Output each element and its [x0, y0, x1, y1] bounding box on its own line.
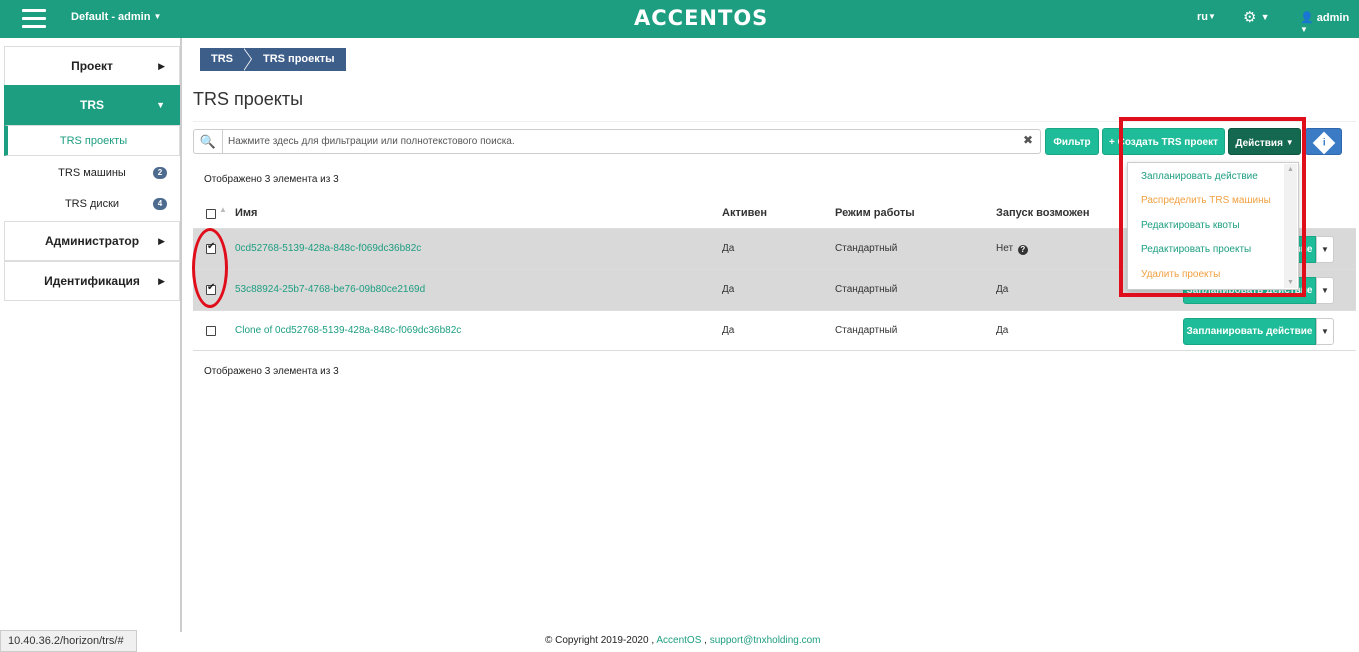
chevron-down-icon: ▼	[1300, 25, 1308, 34]
chevron-right-icon: ▶	[158, 276, 165, 286]
column-header-mode[interactable]: Режим работы	[835, 207, 915, 219]
brand-link[interactable]: AccentOS	[656, 635, 701, 646]
count-badge: 4	[153, 198, 167, 210]
chevron-right-icon: ▶	[158, 61, 165, 71]
user-label: admin	[1316, 12, 1350, 24]
row-mode: Стандартный	[835, 284, 898, 295]
annotation-highlight-box	[1119, 117, 1306, 297]
sidebar-item-label: Проект	[71, 59, 113, 73]
language-label: ru	[1197, 11, 1208, 23]
row-name-link[interactable]: 0cd52768-5139-428a-848c-f069dc36b82c	[235, 229, 421, 269]
project-label: Default - admin	[71, 11, 151, 23]
sidebar-item-label: TRS проекты	[59, 135, 128, 147]
chevron-down-icon: ▼	[1321, 245, 1329, 254]
sidebar-item-project[interactable]: Проект ▶	[4, 46, 180, 86]
breadcrumb-separator	[243, 48, 252, 71]
annotation-highlight-ellipse	[192, 228, 228, 308]
row-mode: Стандартный	[835, 325, 898, 336]
chevron-down-icon: ▼	[1208, 12, 1216, 21]
row-active: Да	[722, 284, 735, 295]
browser-status-bar: 10.40.36.2/horizon/trs/#	[0, 630, 137, 652]
row-checkbox[interactable]	[206, 326, 216, 336]
sidebar-item-trs-machines[interactable]: TRS машины 2	[4, 158, 180, 189]
sidebar-item-label: TRS машины	[58, 167, 126, 179]
sidebar: Проект ▶ TRS ▼ TRS проекты TRS машины 2 TRS…	[0, 38, 182, 632]
search-input[interactable]	[228, 133, 1008, 150]
filter-button[interactable]: Фильтр	[1045, 128, 1099, 155]
chevron-down-icon: ▼	[153, 12, 162, 21]
row-action-dropdown[interactable]: ▼	[1316, 277, 1334, 304]
top-navbar: Default - admin ▼ ACCENTOS ru▼ ⚙ ▼ 👤 adm…	[0, 0, 1359, 38]
chevron-down-icon: ▼	[1321, 327, 1329, 336]
search-icon: 🔍	[194, 130, 223, 153]
menu-icon[interactable]	[22, 9, 46, 29]
breadcrumb-trs-projects[interactable]: TRS проекты	[252, 48, 346, 71]
item-count-bottom: Отображено 3 элемента из 3	[204, 366, 339, 377]
breadcrumb: TRS TRS проекты	[200, 48, 346, 71]
row-launch: Да	[996, 284, 1009, 295]
row-launch-value: Нет	[996, 243, 1014, 254]
sidebar-item-label: TRS диски	[64, 198, 120, 210]
row-mode: Стандартный	[835, 243, 898, 254]
row-launch: Нет ?	[996, 229, 1028, 269]
plus-icon: +	[1108, 137, 1115, 148]
language-selector[interactable]: ru▼	[1197, 11, 1216, 23]
chevron-down-icon: ▼	[1260, 12, 1270, 22]
page-title: TRS проекты	[193, 89, 304, 109]
sidebar-item-admin[interactable]: Администратор ▶	[4, 221, 180, 261]
settings-menu[interactable]: ⚙ ▼	[1243, 8, 1270, 26]
chevron-down-icon: ▼	[156, 100, 165, 110]
sidebar-item-label: TRS	[80, 98, 104, 112]
column-header-launch[interactable]: Запуск возможен	[996, 207, 1090, 219]
question-icon[interactable]: ?	[1017, 245, 1028, 255]
logo: ACCENTOS	[634, 6, 769, 30]
schedule-action-button[interactable]: Запланировать действие	[1183, 318, 1316, 345]
sidebar-item-label: Идентификация	[44, 274, 140, 288]
row-action-dropdown[interactable]: ▼	[1316, 318, 1334, 345]
close-icon[interactable]: ✖	[1023, 133, 1033, 147]
column-header-active[interactable]: Активен	[722, 207, 767, 219]
gear-icon: ⚙	[1243, 9, 1257, 26]
copyright-text: © Copyright 2019-2020 ,	[545, 635, 655, 646]
table-row[interactable]: Clone of 0cd52768-5139-428a-848c-f069dc3…	[193, 310, 1356, 351]
info-icon: i	[1312, 131, 1335, 155]
sidebar-item-label: Администратор	[44, 234, 140, 248]
sidebar-item-trs[interactable]: TRS ▼	[4, 85, 180, 125]
project-selector[interactable]: Default - admin ▼	[71, 11, 161, 23]
support-email-link[interactable]: support@tnxholding.com	[710, 635, 821, 646]
row-action-dropdown[interactable]: ▼	[1316, 236, 1334, 263]
sidebar-item-trs-projects[interactable]: TRS проекты	[4, 125, 180, 156]
item-count: Отображено 3 элемента из 3	[204, 174, 339, 185]
sidebar-item-identity[interactable]: Идентификация ▶	[4, 261, 180, 301]
row-name-link[interactable]: 53c88924-25b7-4768-be76-09b80ce2169d	[235, 270, 425, 310]
sort-icon[interactable]: ▲	[219, 205, 227, 214]
row-launch: Да	[996, 325, 1009, 336]
select-all-checkbox[interactable]	[206, 209, 216, 219]
chevron-down-icon: ▼	[1321, 286, 1329, 295]
info-button[interactable]: i	[1305, 128, 1342, 155]
row-name-link[interactable]: Clone of 0cd52768-5139-428a-848c-f069dc3…	[235, 311, 461, 351]
row-active: Да	[722, 325, 735, 336]
search-bar: 🔍 ✖	[193, 129, 1041, 154]
user-menu[interactable]: 👤 admin ▼	[1300, 11, 1359, 36]
user-icon: 👤	[1300, 12, 1314, 24]
column-header-name[interactable]: Имя	[235, 207, 257, 219]
breadcrumb-trs[interactable]: TRS	[200, 48, 244, 71]
footer: © Copyright 2019-2020 , AccentOS , suppo…	[545, 635, 821, 646]
sidebar-item-trs-disks[interactable]: TRS диски 4	[4, 189, 180, 220]
footer-separator: ,	[704, 635, 707, 646]
count-badge: 2	[153, 167, 167, 179]
row-active: Да	[722, 243, 735, 254]
chevron-right-icon: ▶	[158, 236, 165, 246]
